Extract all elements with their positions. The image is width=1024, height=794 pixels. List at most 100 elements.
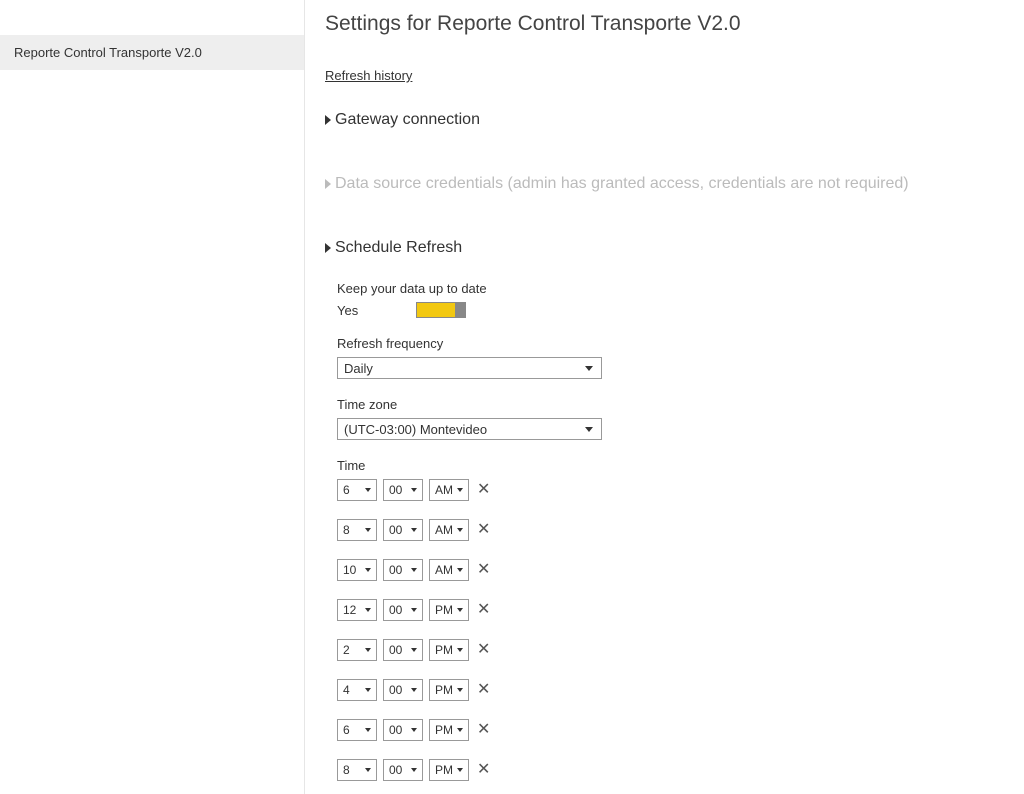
- ampm-select[interactable]: AM: [429, 519, 469, 541]
- hour-value: 12: [343, 603, 356, 617]
- ampm-value: AM: [435, 523, 453, 537]
- chevron-down-icon: [457, 648, 463, 652]
- minute-value: 00: [389, 523, 402, 537]
- ampm-select[interactable]: PM: [429, 759, 469, 781]
- section-header-gateway[interactable]: Gateway connection: [325, 111, 1004, 129]
- ampm-select[interactable]: AM: [429, 559, 469, 581]
- chevron-down-icon: [365, 608, 371, 612]
- hour-value: 8: [343, 523, 350, 537]
- timezone-select[interactable]: (UTC-03:00) Montevideo: [337, 418, 602, 440]
- chevron-down-icon: [411, 768, 417, 772]
- minute-select[interactable]: 00: [383, 759, 423, 781]
- ampm-select[interactable]: PM: [429, 639, 469, 661]
- page-title: Settings for Reporte Control Transporte …: [325, 12, 1004, 36]
- chevron-down-icon: [457, 528, 463, 532]
- hour-select[interactable]: 8: [337, 519, 377, 541]
- chevron-down-icon: [411, 568, 417, 572]
- section-header-schedule[interactable]: Schedule Refresh: [325, 239, 1004, 257]
- remove-time-icon[interactable]: ✕: [477, 682, 490, 698]
- minute-value: 00: [389, 763, 402, 777]
- ampm-value: PM: [435, 763, 453, 777]
- hour-select[interactable]: 2: [337, 639, 377, 661]
- sidebar-item-dataset[interactable]: Reporte Control Transporte V2.0: [0, 35, 304, 70]
- minute-select[interactable]: 00: [383, 599, 423, 621]
- remove-time-icon[interactable]: ✕: [477, 722, 490, 738]
- time-label: Time: [337, 458, 1004, 473]
- caret-right-icon: [325, 243, 331, 253]
- remove-time-icon[interactable]: ✕: [477, 762, 490, 778]
- hour-value: 6: [343, 483, 350, 497]
- chevron-down-icon: [365, 648, 371, 652]
- minute-select[interactable]: 00: [383, 559, 423, 581]
- sidebar: Reporte Control Transporte V2.0: [0, 0, 305, 794]
- remove-time-icon[interactable]: ✕: [477, 602, 490, 618]
- minute-select[interactable]: 00: [383, 479, 423, 501]
- section-title-schedule: Schedule Refresh: [335, 239, 462, 257]
- hour-select[interactable]: 8: [337, 759, 377, 781]
- hour-value: 10: [343, 563, 356, 577]
- hour-select[interactable]: 4: [337, 679, 377, 701]
- ampm-select[interactable]: AM: [429, 479, 469, 501]
- chevron-down-icon: [585, 427, 593, 432]
- time-row: 8 00 PM ✕: [337, 759, 1004, 781]
- chevron-down-icon: [585, 366, 593, 371]
- minute-select[interactable]: 00: [383, 719, 423, 741]
- time-rows-container: 6 00 AM ✕ 8 00 AM ✕ 10 00 AM ✕ 12 00 PM ✕ 2 00 PM ✕ 4 00 PM ✕ 6 0…: [337, 479, 1004, 781]
- minute-select[interactable]: 00: [383, 519, 423, 541]
- toggle-state-text: Yes: [337, 303, 358, 318]
- keep-updated-label: Keep your data up to date: [337, 281, 1004, 296]
- minute-value: 00: [389, 643, 402, 657]
- hour-select[interactable]: 12: [337, 599, 377, 621]
- frequency-select[interactable]: Daily: [337, 357, 602, 379]
- keep-updated-toggle[interactable]: [416, 302, 466, 318]
- chevron-down-icon: [411, 528, 417, 532]
- chevron-down-icon: [457, 688, 463, 692]
- ampm-select[interactable]: PM: [429, 599, 469, 621]
- ampm-select[interactable]: PM: [429, 679, 469, 701]
- remove-time-icon[interactable]: ✕: [477, 522, 490, 538]
- hour-select[interactable]: 6: [337, 719, 377, 741]
- hour-select[interactable]: 6: [337, 479, 377, 501]
- refresh-history-link[interactable]: Refresh history: [325, 68, 412, 83]
- hour-select[interactable]: 10: [337, 559, 377, 581]
- chevron-down-icon: [411, 648, 417, 652]
- chevron-down-icon: [411, 728, 417, 732]
- time-row: 6 00 PM ✕: [337, 719, 1004, 741]
- chevron-down-icon: [365, 488, 371, 492]
- time-row: 6 00 AM ✕: [337, 479, 1004, 501]
- remove-time-icon[interactable]: ✕: [477, 562, 490, 578]
- chevron-down-icon: [457, 488, 463, 492]
- hour-value: 6: [343, 723, 350, 737]
- ampm-select[interactable]: PM: [429, 719, 469, 741]
- minute-select[interactable]: 00: [383, 639, 423, 661]
- remove-time-icon[interactable]: ✕: [477, 642, 490, 658]
- ampm-value: AM: [435, 483, 453, 497]
- section-title-credentials: Data source credentials (admin has grant…: [335, 175, 909, 193]
- caret-right-icon: [325, 115, 331, 125]
- ampm-value: PM: [435, 683, 453, 697]
- hour-value: 4: [343, 683, 350, 697]
- chevron-down-icon: [457, 768, 463, 772]
- time-row: 10 00 AM ✕: [337, 559, 1004, 581]
- main-content: Settings for Reporte Control Transporte …: [305, 0, 1024, 794]
- time-row: 4 00 PM ✕: [337, 679, 1004, 701]
- ampm-value: PM: [435, 643, 453, 657]
- section-title-gateway: Gateway connection: [335, 111, 480, 129]
- chevron-down-icon: [411, 688, 417, 692]
- timezone-value: (UTC-03:00) Montevideo: [344, 422, 487, 437]
- chevron-down-icon: [365, 768, 371, 772]
- minute-value: 00: [389, 723, 402, 737]
- section-header-credentials[interactable]: Data source credentials (admin has grant…: [325, 175, 1004, 193]
- chevron-down-icon: [411, 608, 417, 612]
- timezone-label: Time zone: [337, 397, 1004, 412]
- chevron-down-icon: [411, 488, 417, 492]
- ampm-value: PM: [435, 603, 453, 617]
- minute-select[interactable]: 00: [383, 679, 423, 701]
- remove-time-icon[interactable]: ✕: [477, 482, 490, 498]
- chevron-down-icon: [365, 568, 371, 572]
- time-row: 8 00 AM ✕: [337, 519, 1004, 541]
- minute-value: 00: [389, 483, 402, 497]
- frequency-label: Refresh frequency: [337, 336, 1004, 351]
- chevron-down-icon: [457, 568, 463, 572]
- sidebar-item-label: Reporte Control Transporte V2.0: [14, 45, 202, 60]
